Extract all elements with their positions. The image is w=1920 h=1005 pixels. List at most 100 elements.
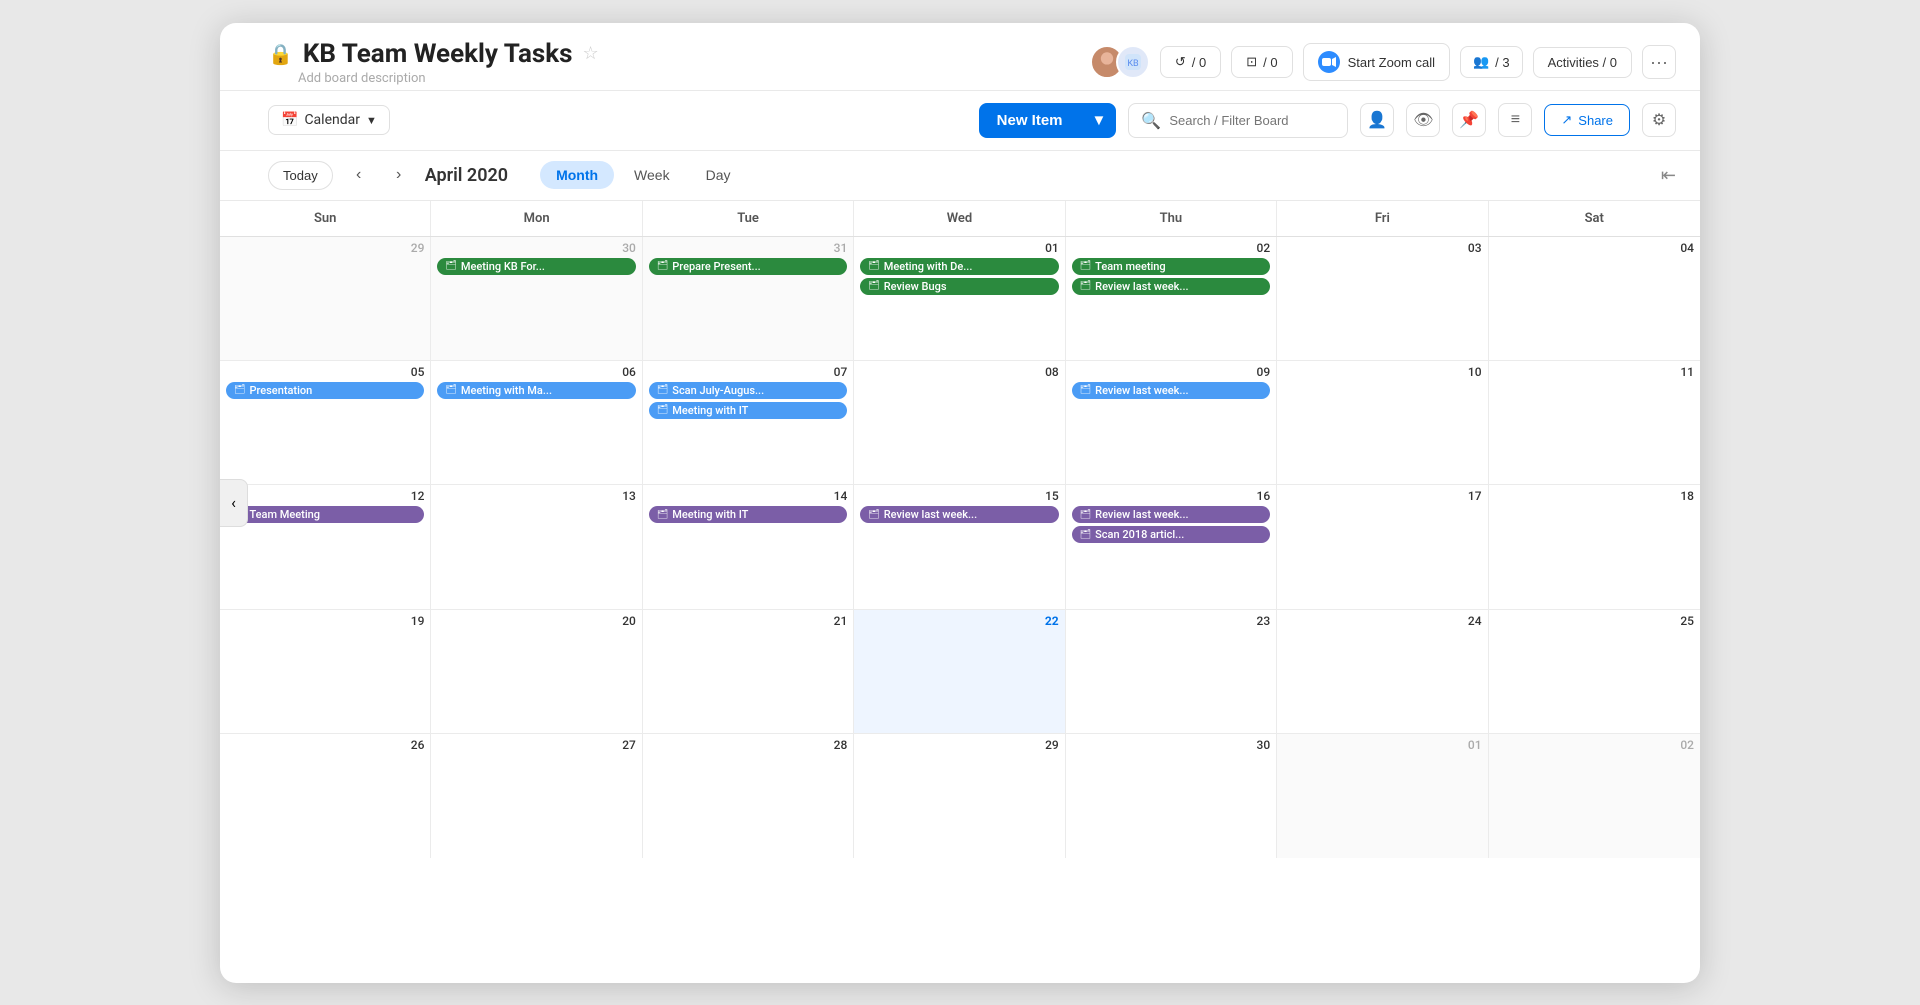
new-item-arrow-icon[interactable]: ▼ (1082, 103, 1117, 138)
cal-cell[interactable]: 14 🗂Meeting with IT (643, 485, 854, 608)
cal-cell[interactable]: 21 (643, 610, 854, 733)
pin-icon-glyph: 📌 (1459, 110, 1479, 130)
cal-cell[interactable]: 20 (431, 610, 642, 733)
chip-label: Review last week... (1095, 280, 1188, 293)
prev-month-button[interactable]: ‹ (345, 161, 373, 189)
event-chip[interactable]: 🗂 Scan July-Augus... (649, 382, 847, 399)
cal-cell[interactable]: 29 (854, 734, 1065, 858)
cal-cell[interactable]: 06🗂Meeting with Ma... (431, 361, 642, 484)
event-chip[interactable]: 🗂Scan 2018 articl... (1072, 526, 1270, 543)
event-chip[interactable]: 🗂Review last week... (860, 506, 1058, 523)
event-chip[interactable]: 🗂Review Bugs (860, 278, 1058, 295)
event-chip[interactable]: 🗂Review last week... (1072, 506, 1270, 523)
cal-cell[interactable]: 04 (1489, 237, 1700, 360)
sidebar-toggle[interactable]: ‹ (220, 479, 248, 527)
event-chip[interactable]: 🗂Review last week... (1072, 382, 1270, 399)
event-chip[interactable]: 🗂Team Meeting (226, 506, 424, 523)
undo-button[interactable]: ↺ / 0 (1160, 46, 1221, 78)
person-filter-icon[interactable]: 👤 (1360, 103, 1394, 137)
avatar-badge[interactable]: KB (1116, 45, 1150, 79)
chip-icon: 🗂 (234, 385, 245, 395)
filter-icon[interactable]: ≡ (1498, 103, 1532, 137)
cal-cell[interactable]: 09🗂Review last week... (1066, 361, 1277, 484)
board-description[interactable]: Add board description (298, 71, 1078, 86)
cal-cell[interactable]: 23 (1066, 610, 1277, 733)
cell-date: 04 (1495, 241, 1694, 255)
tab-month[interactable]: Month (540, 161, 614, 189)
undo-label: / 0 (1192, 55, 1206, 70)
event-chip[interactable]: 🗂Meeting with IT (649, 402, 847, 419)
new-item-button[interactable]: New Item ▼ (979, 103, 1117, 138)
tab-day[interactable]: Day (690, 161, 747, 189)
activities-button[interactable]: Activities / 0 (1533, 47, 1632, 78)
today-button[interactable]: Today (268, 161, 333, 190)
cal-cell[interactable]: 30🗂Meeting KB For... (431, 237, 642, 360)
cell-date: 31 (649, 241, 847, 255)
cal-cell[interactable]: 05 🗂Presentation (220, 361, 431, 484)
cal-cell[interactable]: 11 (1489, 361, 1700, 484)
cal-cell[interactable]: 16🗂Review last week...🗂Scan 2018 articl.… (1066, 485, 1277, 608)
cal-cell[interactable]: 28 (643, 734, 854, 858)
cal-cell[interactable]: 27 (431, 734, 642, 858)
event-chip[interactable]: 🗂Meeting with Ma... (437, 382, 635, 399)
redo-button[interactable]: ⊡ / 0 (1231, 46, 1292, 78)
cal-cell[interactable]: 13 (431, 485, 642, 608)
cal-cell[interactable]: 22 (854, 610, 1065, 733)
event-chip[interactable]: 🗂Meeting with De... (860, 258, 1058, 275)
cal-cell[interactable]: 17 (1277, 485, 1488, 608)
chip-icon: 🗂 (445, 261, 456, 271)
cell-date: 23 (1072, 614, 1270, 628)
cell-date: 01 (860, 241, 1058, 255)
pin-icon[interactable]: 📌 (1452, 103, 1486, 137)
more-button[interactable]: ··· (1642, 45, 1676, 79)
calendar-selector[interactable]: 📅 Calendar ▼ (268, 105, 390, 135)
event-chip[interactable]: 🗂Prepare Present... (649, 258, 847, 275)
eye-filter-icon[interactable]: 👁 (1406, 103, 1440, 137)
members-button[interactable]: 👥 / 3 (1460, 46, 1523, 78)
tab-week[interactable]: Week (618, 161, 686, 189)
eye-icon: 👁 (1413, 110, 1433, 130)
chip-icon: 🗂 (1080, 530, 1091, 540)
event-chip[interactable]: 🗂Presentation (226, 382, 424, 399)
cal-cell[interactable]: 31 🗂Prepare Present... (643, 237, 854, 360)
cal-cell[interactable]: 18 (1489, 485, 1700, 608)
chip-label: Scan July-Augus... (672, 384, 764, 397)
share-button[interactable]: ↗ Share (1544, 104, 1630, 136)
cal-cell[interactable]: 01 🗂Meeting with De... 🗂Review Bugs (854, 237, 1065, 360)
cal-cell[interactable]: 02🗂Team meeting🗂Review last week... (1066, 237, 1277, 360)
event-chip[interactable]: 🗂Review last week... (1072, 278, 1270, 295)
cell-date: 14 (649, 489, 847, 503)
event-chip[interactable]: 🗂Team meeting (1072, 258, 1270, 275)
event-chip[interactable]: 🗂Meeting with IT (649, 506, 847, 523)
cal-week-2: 12🗂Team Meeting13 14 🗂Meeting with IT 15🗂Re… (220, 485, 1700, 609)
cal-cell[interactable]: 01 (1277, 734, 1488, 858)
cal-cell[interactable]: 26 (220, 734, 431, 858)
cal-cell[interactable]: 08 (854, 361, 1065, 484)
cal-cell[interactable]: 24 (1277, 610, 1488, 733)
search-box[interactable]: 🔍 (1128, 103, 1348, 138)
next-month-button[interactable]: › (385, 161, 413, 189)
cal-cell[interactable]: 03 (1277, 237, 1488, 360)
event-chip[interactable]: 🗂Meeting KB For... (437, 258, 635, 275)
cell-date: 05 (226, 365, 424, 379)
cal-cell[interactable]: 10 (1277, 361, 1488, 484)
cal-cell[interactable]: 19 (220, 610, 431, 733)
search-input[interactable] (1169, 113, 1335, 128)
chip-icon: 🗂 (657, 385, 668, 395)
cell-date: 08 (860, 365, 1058, 379)
cal-cell[interactable]: 29 (220, 237, 431, 360)
cal-cell[interactable]: 25 (1489, 610, 1700, 733)
settings-icon[interactable]: ⚙ (1642, 103, 1676, 137)
star-icon[interactable]: ☆ (582, 43, 598, 64)
cal-cell[interactable]: 07🗂Scan July-Augus...🗂Meeting with IT (643, 361, 854, 484)
cal-cell[interactable]: 02 (1489, 734, 1700, 858)
zoom-call-button[interactable]: Start Zoom call (1303, 43, 1450, 81)
avatar-group[interactable]: KB (1090, 45, 1150, 79)
collapse-icon[interactable]: ⇤ (1661, 165, 1676, 186)
cal-cell[interactable]: 30 (1066, 734, 1277, 858)
cal-cell[interactable]: 12🗂Team Meeting (220, 485, 431, 608)
cal-cell[interactable]: 15🗂Review last week... (854, 485, 1065, 608)
calendar-icon: 📅 (281, 112, 298, 128)
undo-icon: ↺ (1175, 54, 1186, 70)
header-title-row: 🔒 KB Team Weekly Tasks ☆ (268, 39, 1078, 69)
